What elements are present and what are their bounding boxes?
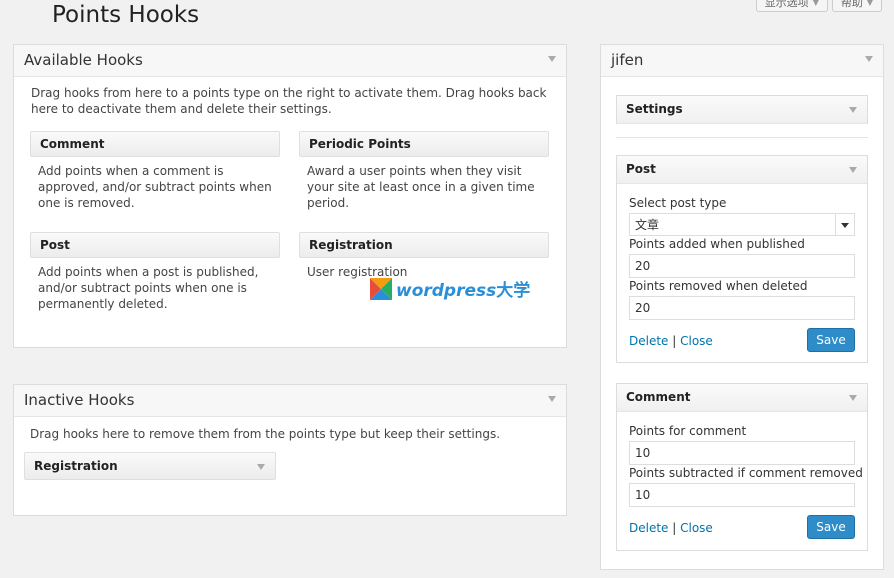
settings-title: Settings bbox=[626, 102, 683, 116]
watermark-logo: wordpress大学 bbox=[370, 276, 530, 301]
save-button[interactable]: Save bbox=[807, 515, 855, 539]
hook-comment[interactable]: Comment Add points when a comment is app… bbox=[30, 131, 280, 211]
hook-comment-description: Add points when a comment is approved, a… bbox=[38, 164, 272, 210]
expand-toggle-icon[interactable] bbox=[257, 464, 265, 470]
hook-registration[interactable]: Registration User registration bbox=[299, 232, 549, 280]
inactive-hooks-description: Drag hooks here to remove them from the … bbox=[30, 427, 501, 441]
post-type-selected-value: 文章 bbox=[635, 218, 660, 232]
settings-header[interactable]: Settings bbox=[617, 96, 867, 124]
chevron-down-icon[interactable] bbox=[849, 167, 857, 173]
chevron-down-icon[interactable] bbox=[849, 395, 857, 401]
points-added-input[interactable]: 20 bbox=[629, 254, 855, 278]
inactive-hook-registration-title: Registration bbox=[34, 459, 118, 473]
watermark-text: wordpress大学 bbox=[396, 281, 531, 301]
points-subtracted-label: Points subtracted if comment removed bbox=[629, 466, 863, 480]
hook-post-title: Post bbox=[40, 238, 70, 252]
screen-options-tab[interactable]: 显示选项 ▼ bbox=[755, 0, 828, 12]
post-hook-title: Post bbox=[626, 162, 656, 176]
points-added-label: Points added when published bbox=[629, 237, 805, 251]
points-removed-label: Points removed when deleted bbox=[629, 279, 808, 293]
inactive-hook-registration-bar[interactable]: Registration bbox=[24, 452, 276, 480]
chevron-down-icon: ▼ bbox=[866, 0, 873, 7]
help-label: 帮助 bbox=[840, 0, 863, 9]
delete-link[interactable]: Delete bbox=[629, 521, 668, 535]
inactive-hook-registration[interactable]: Registration bbox=[24, 452, 276, 480]
available-hooks-description: Drag hooks from here to a points type on… bbox=[31, 86, 547, 116]
available-hooks-panel: Available Hooks Drag hooks from here to … bbox=[13, 44, 567, 348]
hook-periodic-points-title: Periodic Points bbox=[309, 137, 411, 151]
delete-link[interactable]: Delete bbox=[629, 334, 668, 348]
collapse-toggle-icon[interactable] bbox=[865, 56, 873, 62]
hook-periodic-points-description: Award a user points when they visit your… bbox=[307, 164, 535, 210]
points-type-panel: jifen Settings Post Select post type 文章 … bbox=[600, 44, 884, 570]
hook-comment-bar[interactable]: Comment bbox=[30, 131, 280, 157]
points-for-comment-label: Points for comment bbox=[629, 424, 747, 438]
close-link[interactable]: Close bbox=[680, 334, 713, 348]
inactive-hooks-title: Inactive Hooks bbox=[24, 391, 135, 409]
hook-comment-title: Comment bbox=[40, 137, 105, 151]
points-removed-input[interactable]: 20 bbox=[629, 296, 855, 320]
hook-post-bar[interactable]: Post bbox=[30, 232, 280, 258]
chevron-down-icon: ▼ bbox=[812, 0, 819, 7]
points-for-comment-input[interactable]: 10 bbox=[629, 441, 855, 465]
chevron-down-icon[interactable] bbox=[835, 214, 854, 236]
settings-section[interactable]: Settings bbox=[616, 95, 868, 124]
points-type-title: jifen bbox=[611, 51, 644, 69]
hook-registration-bar[interactable]: Registration bbox=[299, 232, 549, 258]
post-type-select[interactable]: 文章 bbox=[629, 213, 855, 236]
inactive-hooks-panel: Inactive Hooks Drag hooks here to remove… bbox=[13, 384, 567, 516]
hook-periodic-points-bar[interactable]: Periodic Points bbox=[299, 131, 549, 157]
comment-hook-actions: Delete | Close bbox=[629, 521, 713, 535]
page-title: Points Hooks bbox=[52, 2, 200, 28]
hook-post[interactable]: Post Add points when a post is published… bbox=[30, 232, 280, 312]
inactive-hooks-header[interactable]: Inactive Hooks bbox=[14, 385, 566, 417]
post-hook-header[interactable]: Post bbox=[617, 156, 867, 184]
collapse-toggle-icon[interactable] bbox=[548, 396, 556, 402]
hook-registration-title: Registration bbox=[309, 238, 393, 252]
help-tab[interactable]: 帮助 ▼ bbox=[831, 0, 882, 12]
points-type-header[interactable]: jifen bbox=[601, 45, 883, 77]
points-subtracted-input[interactable]: 10 bbox=[629, 483, 855, 507]
hook-post-description: Add points when a post is published, and… bbox=[38, 265, 259, 311]
comment-hook-box: Comment Points for comment 10 Points sub… bbox=[616, 383, 868, 551]
post-type-label: Select post type bbox=[629, 196, 727, 210]
post-hook-actions: Delete | Close bbox=[629, 334, 713, 348]
divider bbox=[616, 137, 868, 138]
comment-hook-title: Comment bbox=[626, 390, 691, 404]
save-button[interactable]: Save bbox=[807, 328, 855, 352]
chevron-down-icon[interactable] bbox=[849, 107, 857, 113]
close-link[interactable]: Close bbox=[680, 521, 713, 535]
collapse-toggle-icon[interactable] bbox=[548, 56, 556, 62]
hook-periodic-points[interactable]: Periodic Points Award a user points when… bbox=[299, 131, 549, 211]
screen-options-label: 显示选项 bbox=[764, 0, 809, 9]
wordpress-daxue-logo-icon bbox=[370, 277, 392, 300]
post-hook-box: Post Select post type 文章 Points added wh… bbox=[616, 155, 868, 363]
screen-meta-tabs: 显示选项 ▼ 帮助 ▼ bbox=[755, 0, 882, 12]
comment-hook-header[interactable]: Comment bbox=[617, 384, 867, 412]
available-hooks-title: Available Hooks bbox=[24, 51, 143, 69]
available-hooks-header[interactable]: Available Hooks bbox=[14, 45, 566, 77]
